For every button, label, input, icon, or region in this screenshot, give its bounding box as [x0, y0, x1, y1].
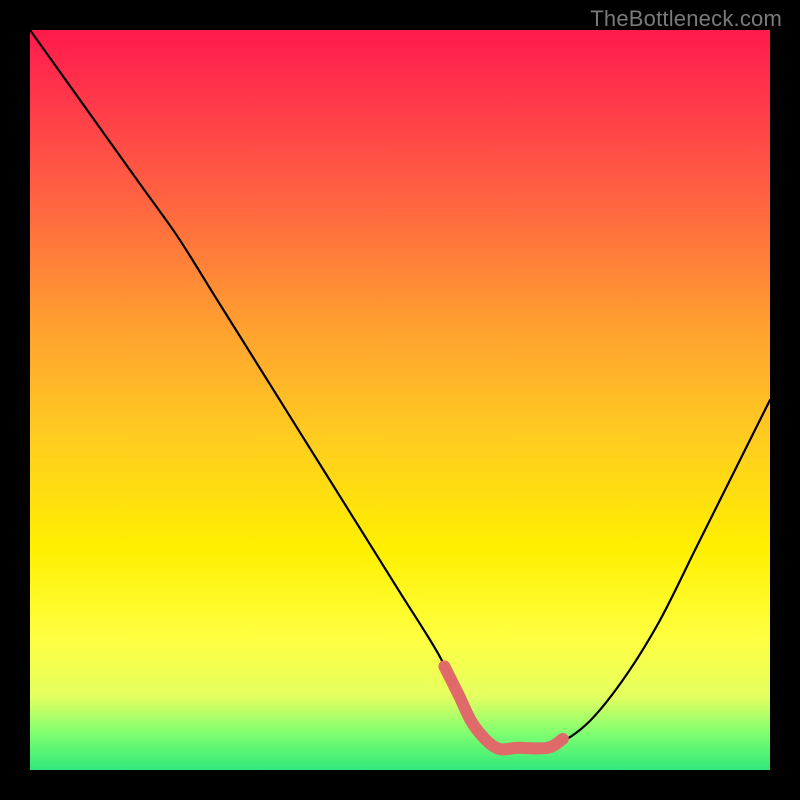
- watermark-text: TheBottleneck.com: [590, 6, 782, 32]
- bottleneck-curve-path: [30, 30, 770, 749]
- curve-svg: [30, 30, 770, 770]
- bottleneck-curve-highlight: [444, 666, 562, 749]
- chart-stage: TheBottleneck.com: [0, 0, 800, 800]
- plot-area: [30, 30, 770, 770]
